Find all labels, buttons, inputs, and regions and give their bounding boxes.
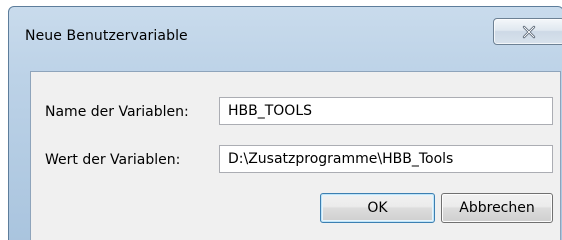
- variable-name-input[interactable]: [219, 97, 553, 125]
- variable-name-label: Name der Variablen:: [45, 104, 189, 120]
- variable-value-label: Wert der Variablen:: [45, 152, 181, 168]
- dialog-window: Neue Benutzervariable Name der Variablen…: [8, 6, 562, 240]
- ok-button[interactable]: OK: [320, 193, 435, 223]
- dialog-content: Name der Variablen: Wert der Variablen: …: [30, 71, 561, 240]
- close-icon: [522, 25, 536, 38]
- screen: Neue Benutzervariable Name der Variablen…: [0, 0, 562, 240]
- close-button[interactable]: [493, 18, 562, 45]
- dialog-title: Neue Benutzervariable: [25, 28, 188, 44]
- cancel-button[interactable]: Abbrechen: [441, 193, 553, 223]
- variable-value-input[interactable]: [219, 145, 553, 173]
